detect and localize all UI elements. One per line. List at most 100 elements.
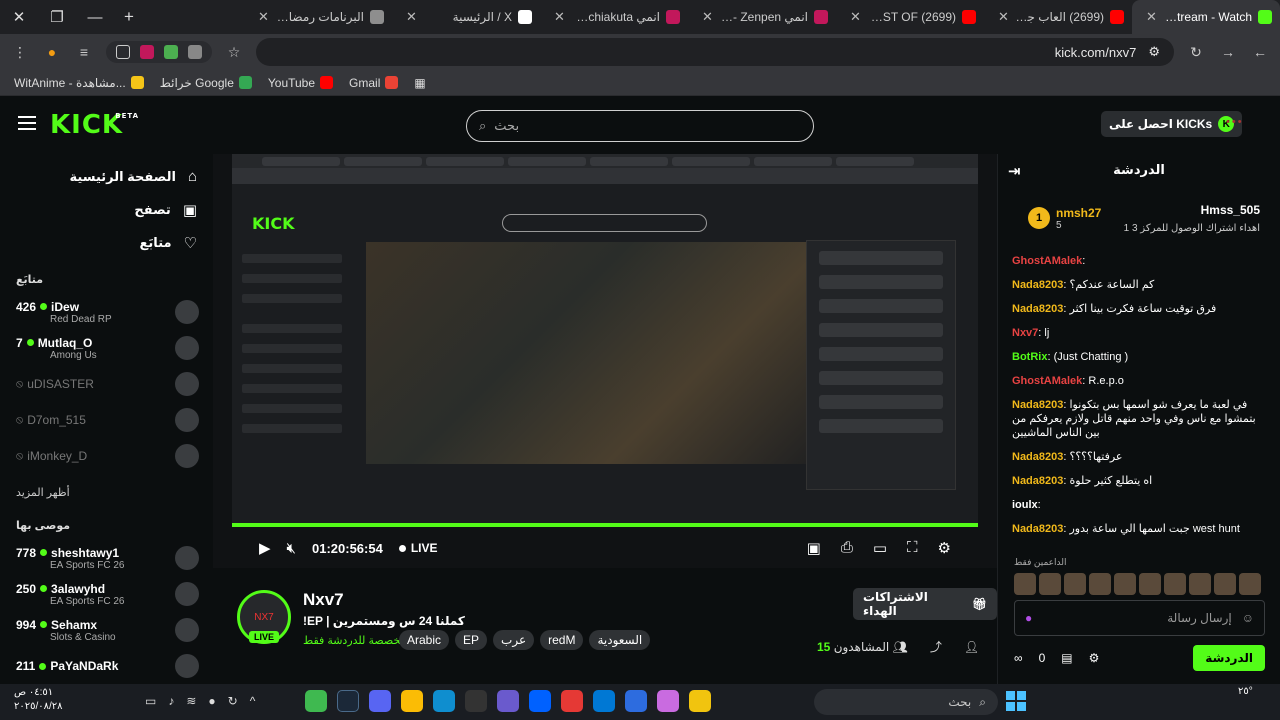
gift-box-icon[interactable]: ▤: [1061, 651, 1072, 665]
new-tab-button[interactable]: +: [114, 7, 144, 27]
live-indicator[interactable]: LIVE: [398, 541, 438, 555]
video-player[interactable]: KICK ▶ 🔇︎ 01:20:56:54 LIVE ▣ ⎙ ▭ ⛶ ⚙: [213, 154, 997, 568]
more-icon[interactable]: •••: [1226, 116, 1244, 128]
chat-send-button[interactable]: الدردشة: [1193, 645, 1265, 671]
discord-app-icon[interactable]: [369, 690, 391, 712]
mic-tray-icon[interactable]: ●: [208, 694, 215, 708]
sidebar-channel[interactable]: 994 Sehamx Slots & Casino: [0, 612, 213, 648]
bookmark-item[interactable]: Gmail: [349, 76, 399, 90]
dropbox-app-icon[interactable]: [529, 690, 551, 712]
infinity-icon[interactable]: ∞: [1014, 651, 1023, 665]
chat-input[interactable]: ● إرسال رسالة ☺: [1014, 600, 1265, 636]
back-icon[interactable]: ←: [1250, 44, 1270, 60]
browser-tab[interactable]: X / الرئيسية ✕: [392, 0, 540, 34]
sidebar-channel[interactable]: ⦸ uDISASTER: [0, 366, 213, 402]
volume-icon[interactable]: ♪: [168, 694, 174, 708]
sidebar-nav-item[interactable]: تصفح ▣: [0, 193, 213, 226]
bookmark-item[interactable]: خرائط Google: [160, 76, 252, 90]
steam-app-icon[interactable]: [337, 690, 359, 712]
chat-username[interactable]: Nxv7: [1012, 327, 1038, 339]
chat-username[interactable]: Nada8203: [1012, 475, 1063, 487]
mute-icon[interactable]: 🔇︎: [287, 540, 296, 557]
taskbar-search[interactable]: بحث ⌕: [814, 689, 998, 715]
extension-icon[interactable]: [164, 45, 178, 59]
sidebar-channel[interactable]: ⦸ iMonkey_D: [0, 438, 213, 474]
extension-icon[interactable]: ●: [42, 44, 62, 60]
chat-username[interactable]: Nada8203: [1012, 451, 1063, 463]
edge-app-icon[interactable]: [433, 690, 455, 712]
tab-close-icon[interactable]: ✕: [406, 9, 417, 25]
app-icon[interactable]: [497, 690, 519, 712]
search-input[interactable]: ⌕ بحث: [466, 110, 814, 142]
sidebar-channel[interactable]: 7 Mutlaq_O Among Us: [0, 330, 213, 366]
url-field[interactable]: kick.com/nxv7 ⚙: [256, 38, 1174, 66]
stream-tag[interactable]: Arabic: [399, 630, 450, 650]
minimize-window-icon[interactable]: —: [76, 9, 114, 26]
tab-close-icon[interactable]: ✕: [998, 9, 1009, 25]
chrome-app-icon[interactable]: [401, 690, 423, 712]
bookmark-item[interactable]: WitAnime - مشاهدة...: [14, 76, 144, 90]
chat-settings-icon[interactable]: ⚙: [1089, 651, 1100, 665]
collapse-chat-icon[interactable]: ⇥: [1008, 162, 1021, 180]
tune-icon[interactable]: ⚙: [1148, 44, 1160, 60]
streamer-name[interactable]: Nxv7: [303, 590, 344, 610]
puzzle-icon[interactable]: [116, 45, 130, 59]
sidebar-channel[interactable]: 250 3alawyhd EA Sports FC 26: [0, 576, 213, 612]
get-kicks-button[interactable]: احصل على KICKs K: [1101, 111, 1243, 137]
mic-icon[interactable]: ●: [1025, 611, 1032, 625]
theater-mode-icon[interactable]: ▭: [873, 539, 887, 557]
settings-gear-icon[interactable]: ⚙: [938, 539, 951, 557]
explorer-app-icon[interactable]: [689, 690, 711, 712]
xbox-app-icon[interactable]: [305, 690, 327, 712]
hamburger-menu-icon[interactable]: [18, 116, 36, 134]
tab-close-icon[interactable]: ✕: [554, 9, 565, 25]
browser-tab[interactable]: Nxv7 Stream - Watch ✕: [1132, 0, 1280, 34]
chat-username[interactable]: BotRix: [1012, 351, 1047, 363]
tab-close-icon[interactable]: ✕: [850, 9, 861, 25]
stream-tag[interactable]: السعودية: [589, 630, 651, 650]
tab-close-icon[interactable]: ✕: [258, 9, 269, 25]
restore-window-icon[interactable]: ❐: [38, 8, 76, 26]
gifter-name[interactable]: Hmss_505: [1201, 203, 1260, 217]
tab-close-icon[interactable]: ✕: [1146, 9, 1157, 25]
wifi-icon[interactable]: ≋: [186, 694, 196, 708]
shield-icon[interactable]: [188, 45, 202, 59]
show-more-link[interactable]: أظهر المزيد: [0, 480, 213, 505]
leader-name[interactable]: nmsh27: [1056, 206, 1101, 220]
queue-icon[interactable]: ≡: [74, 44, 94, 60]
sync-icon[interactable]: ↻: [228, 694, 238, 708]
chat-username[interactable]: Nada8203: [1012, 279, 1063, 291]
sidebar-nav-item[interactable]: الصفحة الرئيسية ⌂: [0, 160, 213, 193]
kick-logo[interactable]: KICK BETA: [50, 110, 138, 140]
epic-app-icon[interactable]: [465, 690, 487, 712]
reload-icon[interactable]: ↻: [1186, 44, 1206, 61]
gift-subs-button[interactable]: الاشتراكات الهداء 🎁︎: [853, 588, 997, 620]
share-icon[interactable]: ⤴: [930, 638, 942, 655]
browser-tab[interactable]: (2699) THE LAST OF ✕: [836, 0, 984, 34]
chat-username[interactable]: Nada8203: [1012, 399, 1063, 411]
copilot-app-icon[interactable]: [657, 690, 679, 712]
tab-close-icon[interactable]: ✕: [702, 9, 713, 25]
clip-icon[interactable]: ⎙: [841, 539, 853, 557]
tray-expand-icon[interactable]: ^: [250, 694, 256, 708]
sidebar-channel[interactable]: 211 PaYaNDaRk: [0, 648, 213, 684]
progress-bar[interactable]: [232, 523, 978, 527]
browser-tab[interactable]: البرنامات رمضانية - Alert ✕: [244, 0, 392, 34]
browser-tab[interactable]: انمي Kaiyuu - Zenpen ✕: [688, 0, 836, 34]
weather-widget[interactable]: ٢٥°: [1238, 686, 1253, 697]
emoji-icon[interactable]: ☺: [1242, 611, 1254, 625]
windows-start-icon[interactable]: [1006, 691, 1026, 711]
menu-icon[interactable]: ⋮: [10, 44, 30, 61]
follow-user-icon[interactable]: 👤︎: [964, 640, 979, 654]
forward-icon[interactable]: →: [1218, 44, 1238, 60]
apps-icon[interactable]: ▦: [414, 76, 425, 90]
taskbar-clock[interactable]: ٠٤:٥١ ص ٢٠٢٥/٠٨/٢٨: [14, 686, 63, 714]
play-icon[interactable]: ▶: [259, 539, 271, 557]
close-window-icon[interactable]: ✕: [0, 8, 38, 26]
star-icon[interactable]: ☆: [224, 44, 244, 61]
browser-tab[interactable]: انمي Gachiakuta الحلـ ✕: [540, 0, 688, 34]
stream-tag[interactable]: redM: [540, 630, 584, 650]
stream-tag[interactable]: EP: [455, 630, 488, 650]
app-icon[interactable]: [561, 690, 583, 712]
sidebar-nav-item[interactable]: متابَع ♡: [0, 226, 213, 259]
